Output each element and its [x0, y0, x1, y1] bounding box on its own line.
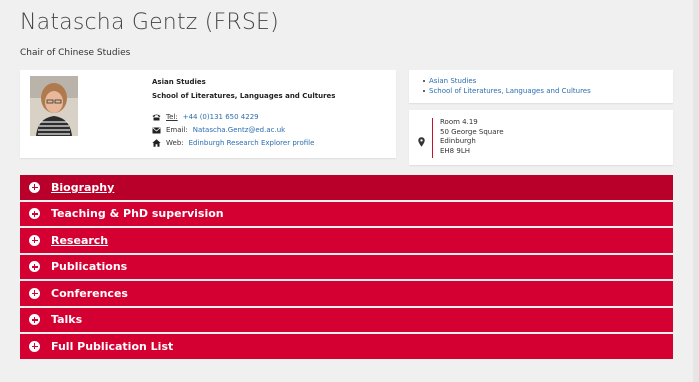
accordion-conferences[interactable]: Conferences	[20, 281, 673, 306]
expand-plus-icon	[29, 181, 40, 193]
address-block: Room 4.19 50 George Square Edinburgh EH8…	[440, 118, 504, 156]
expand-plus-icon	[29, 340, 40, 352]
email-link[interactable]: Natascha.Gentz@ed.ac.uk	[193, 126, 285, 134]
address-card: Room 4.19 50 George Square Edinburgh EH8…	[409, 110, 673, 165]
contact-phone-row: Tel: +44 (0)131 650 4229	[152, 113, 259, 121]
address-line: Room 4.19	[440, 118, 478, 126]
scrollbar-track[interactable]	[693, 0, 699, 382]
map-pin-icon	[418, 132, 425, 151]
accordion-label: Research	[51, 233, 109, 247]
accordion-full-publication-list[interactable]: Full Publication List	[20, 334, 673, 359]
phone-icon	[152, 113, 161, 121]
links-card: Asian Studies School of Literatures, Lan…	[409, 70, 673, 103]
address-divider	[432, 118, 433, 158]
accordion-label: Teaching & PhD supervision	[51, 207, 224, 221]
profile-photo	[30, 76, 78, 136]
accordion-label: Conferences	[51, 286, 128, 300]
expand-plus-icon	[29, 314, 40, 326]
link-school-llc[interactable]: School of Literatures, Languages and Cul…	[423, 86, 591, 96]
web-link[interactable]: Edinburgh Research Explorer profile	[189, 139, 315, 147]
org-secondary: School of Literatures, Languages and Cul…	[152, 92, 336, 100]
accordion-talks[interactable]: Talks	[20, 307, 673, 332]
accordion-research[interactable]: Research	[20, 228, 673, 253]
expand-plus-icon	[29, 208, 40, 220]
address-line: Edinburgh	[440, 137, 476, 145]
home-icon	[152, 139, 161, 147]
org-primary: Asian Studies	[152, 78, 206, 86]
org-links-list: Asian Studies School of Literatures, Lan…	[423, 76, 591, 96]
accordion-label: Talks	[51, 313, 83, 327]
link-asian-studies[interactable]: Asian Studies	[423, 76, 591, 86]
accordion-label: Full Publication List	[51, 339, 174, 353]
accordion-biography[interactable]: Biography	[20, 175, 673, 200]
email-label: Email:	[166, 126, 188, 134]
profile-card: Asian Studies School of Literatures, Lan…	[20, 70, 396, 158]
contact-email-row: Email: Natascha.Gentz@ed.ac.uk	[152, 126, 285, 134]
accordion-teaching-phd[interactable]: Teaching & PhD supervision	[20, 201, 673, 226]
tel-link[interactable]: +44 (0)131 650 4229	[183, 113, 259, 121]
address-line: EH8 9LH	[440, 146, 470, 155]
expand-plus-icon	[29, 234, 40, 246]
page-subtitle: Chair of Chinese Studies	[20, 48, 131, 58]
contact-web-row: Web: Edinburgh Research Explorer profile	[152, 139, 314, 147]
expand-plus-icon	[29, 287, 40, 299]
accordion-publications[interactable]: Publications	[20, 254, 673, 279]
web-label: Web:	[166, 139, 184, 147]
page-title: Natascha Gentz (FRSE)	[20, 10, 279, 35]
expand-plus-icon	[29, 261, 40, 273]
address-line: 50 George Square	[440, 127, 504, 136]
accordion-label: Publications	[51, 260, 128, 274]
email-icon	[152, 126, 161, 134]
tel-label: Tel:	[166, 113, 178, 121]
accordion-label: Biography	[51, 180, 115, 194]
profile-accordion: Biography Teaching & PhD supervision Res…	[20, 175, 673, 361]
